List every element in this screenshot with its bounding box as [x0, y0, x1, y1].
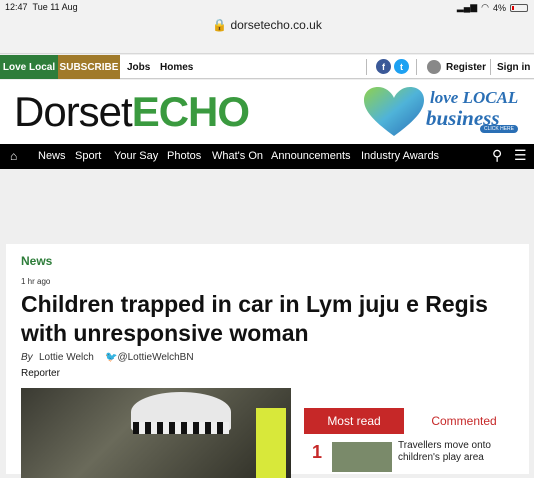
masthead: DorsetECHO love LOCAL business CLICK HER… — [0, 80, 534, 144]
author-link[interactable]: Lottie Welch — [39, 352, 94, 363]
main-nav: ⌂ News Sport Your Say Photos What's On A… — [0, 144, 534, 169]
top-nav: Love Local SUBSCRIBE Jobs Homes f t Regi… — [0, 55, 534, 79]
love-local-link[interactable]: Love Local — [0, 55, 58, 79]
article-headline: Children trapped in car in Lym juju e Re… — [21, 291, 488, 346]
sign-in-link[interactable]: Sign in — [497, 62, 530, 73]
hi-vis-jacket — [256, 408, 286, 478]
site-logo[interactable]: DorsetECHO — [14, 88, 250, 136]
status-right: ▂▄▆ ◠ 4% — [457, 2, 528, 13]
jobs-link[interactable]: Jobs — [127, 62, 150, 73]
most-read-thumb[interactable] — [332, 442, 392, 472]
twitter-icon[interactable]: t — [394, 59, 409, 74]
nav-sport[interactable]: Sport — [75, 150, 101, 162]
divider — [366, 59, 367, 75]
homes-link[interactable]: Homes — [160, 62, 193, 73]
author-twitter[interactable]: 🐦@LottieWelchBN — [105, 352, 194, 363]
divider — [490, 59, 491, 75]
article-photo[interactable] — [21, 388, 291, 478]
article-time: 1 hr ago — [21, 277, 51, 286]
ad-line-1[interactable]: love LOCAL — [430, 88, 518, 108]
divider — [416, 59, 417, 75]
menu-icon[interactable]: ☰ — [514, 147, 527, 164]
user-icon — [427, 60, 441, 74]
twitter-icon: 🐦 — [105, 352, 118, 363]
wifi-icon: ◠ — [481, 2, 489, 12]
nav-news[interactable]: News — [38, 150, 66, 162]
heart-icon[interactable] — [362, 86, 426, 138]
article-category[interactable]: News — [21, 254, 52, 268]
status-bar: 12:47 Tue 11 Aug ▂▄▆ ◠ 4% — [0, 0, 534, 14]
facebook-icon[interactable]: f — [376, 59, 391, 74]
nav-whats-on[interactable]: What's On — [212, 150, 263, 162]
byline-label: By — [21, 352, 33, 363]
search-icon[interactable]: ⚲ — [492, 147, 502, 164]
cap-band — [133, 422, 229, 434]
ad-click-button[interactable]: CLICK HERE — [480, 125, 519, 133]
battery-label: 4% — [492, 2, 506, 13]
tab-commented[interactable]: Commented — [414, 408, 514, 434]
signal-icon: ▂▄▆ — [456, 2, 478, 12]
most-read-item[interactable]: Travellers move onto children's play are… — [398, 440, 516, 464]
status-time: 12:47 Tue 11 Aug — [5, 2, 78, 12]
subscribe-link[interactable]: SUBSCRIBE — [58, 55, 120, 79]
register-link[interactable]: Register — [446, 62, 486, 73]
nav-your-say[interactable]: Your Say — [114, 150, 158, 162]
browser-url-bar[interactable]: 🔒 dorsetecho.co.uk — [0, 14, 534, 54]
nav-photos[interactable]: Photos — [167, 150, 201, 162]
article-card: News 1 hr ago Children trapped in car in… — [6, 244, 529, 478]
home-icon[interactable]: ⌂ — [10, 149, 17, 163]
url-text[interactable]: 🔒 dorsetecho.co.uk — [0, 18, 534, 32]
lock-icon: 🔒 — [212, 18, 228, 32]
tab-most-read[interactable]: Most read — [304, 408, 404, 434]
nav-announcements[interactable]: Announcements — [271, 150, 351, 162]
most-read-rank: 1 — [312, 442, 323, 462]
author-role: Reporter — [21, 368, 60, 379]
nav-industry-awards[interactable]: Industry Awards — [361, 150, 439, 162]
battery-icon — [510, 3, 528, 12]
